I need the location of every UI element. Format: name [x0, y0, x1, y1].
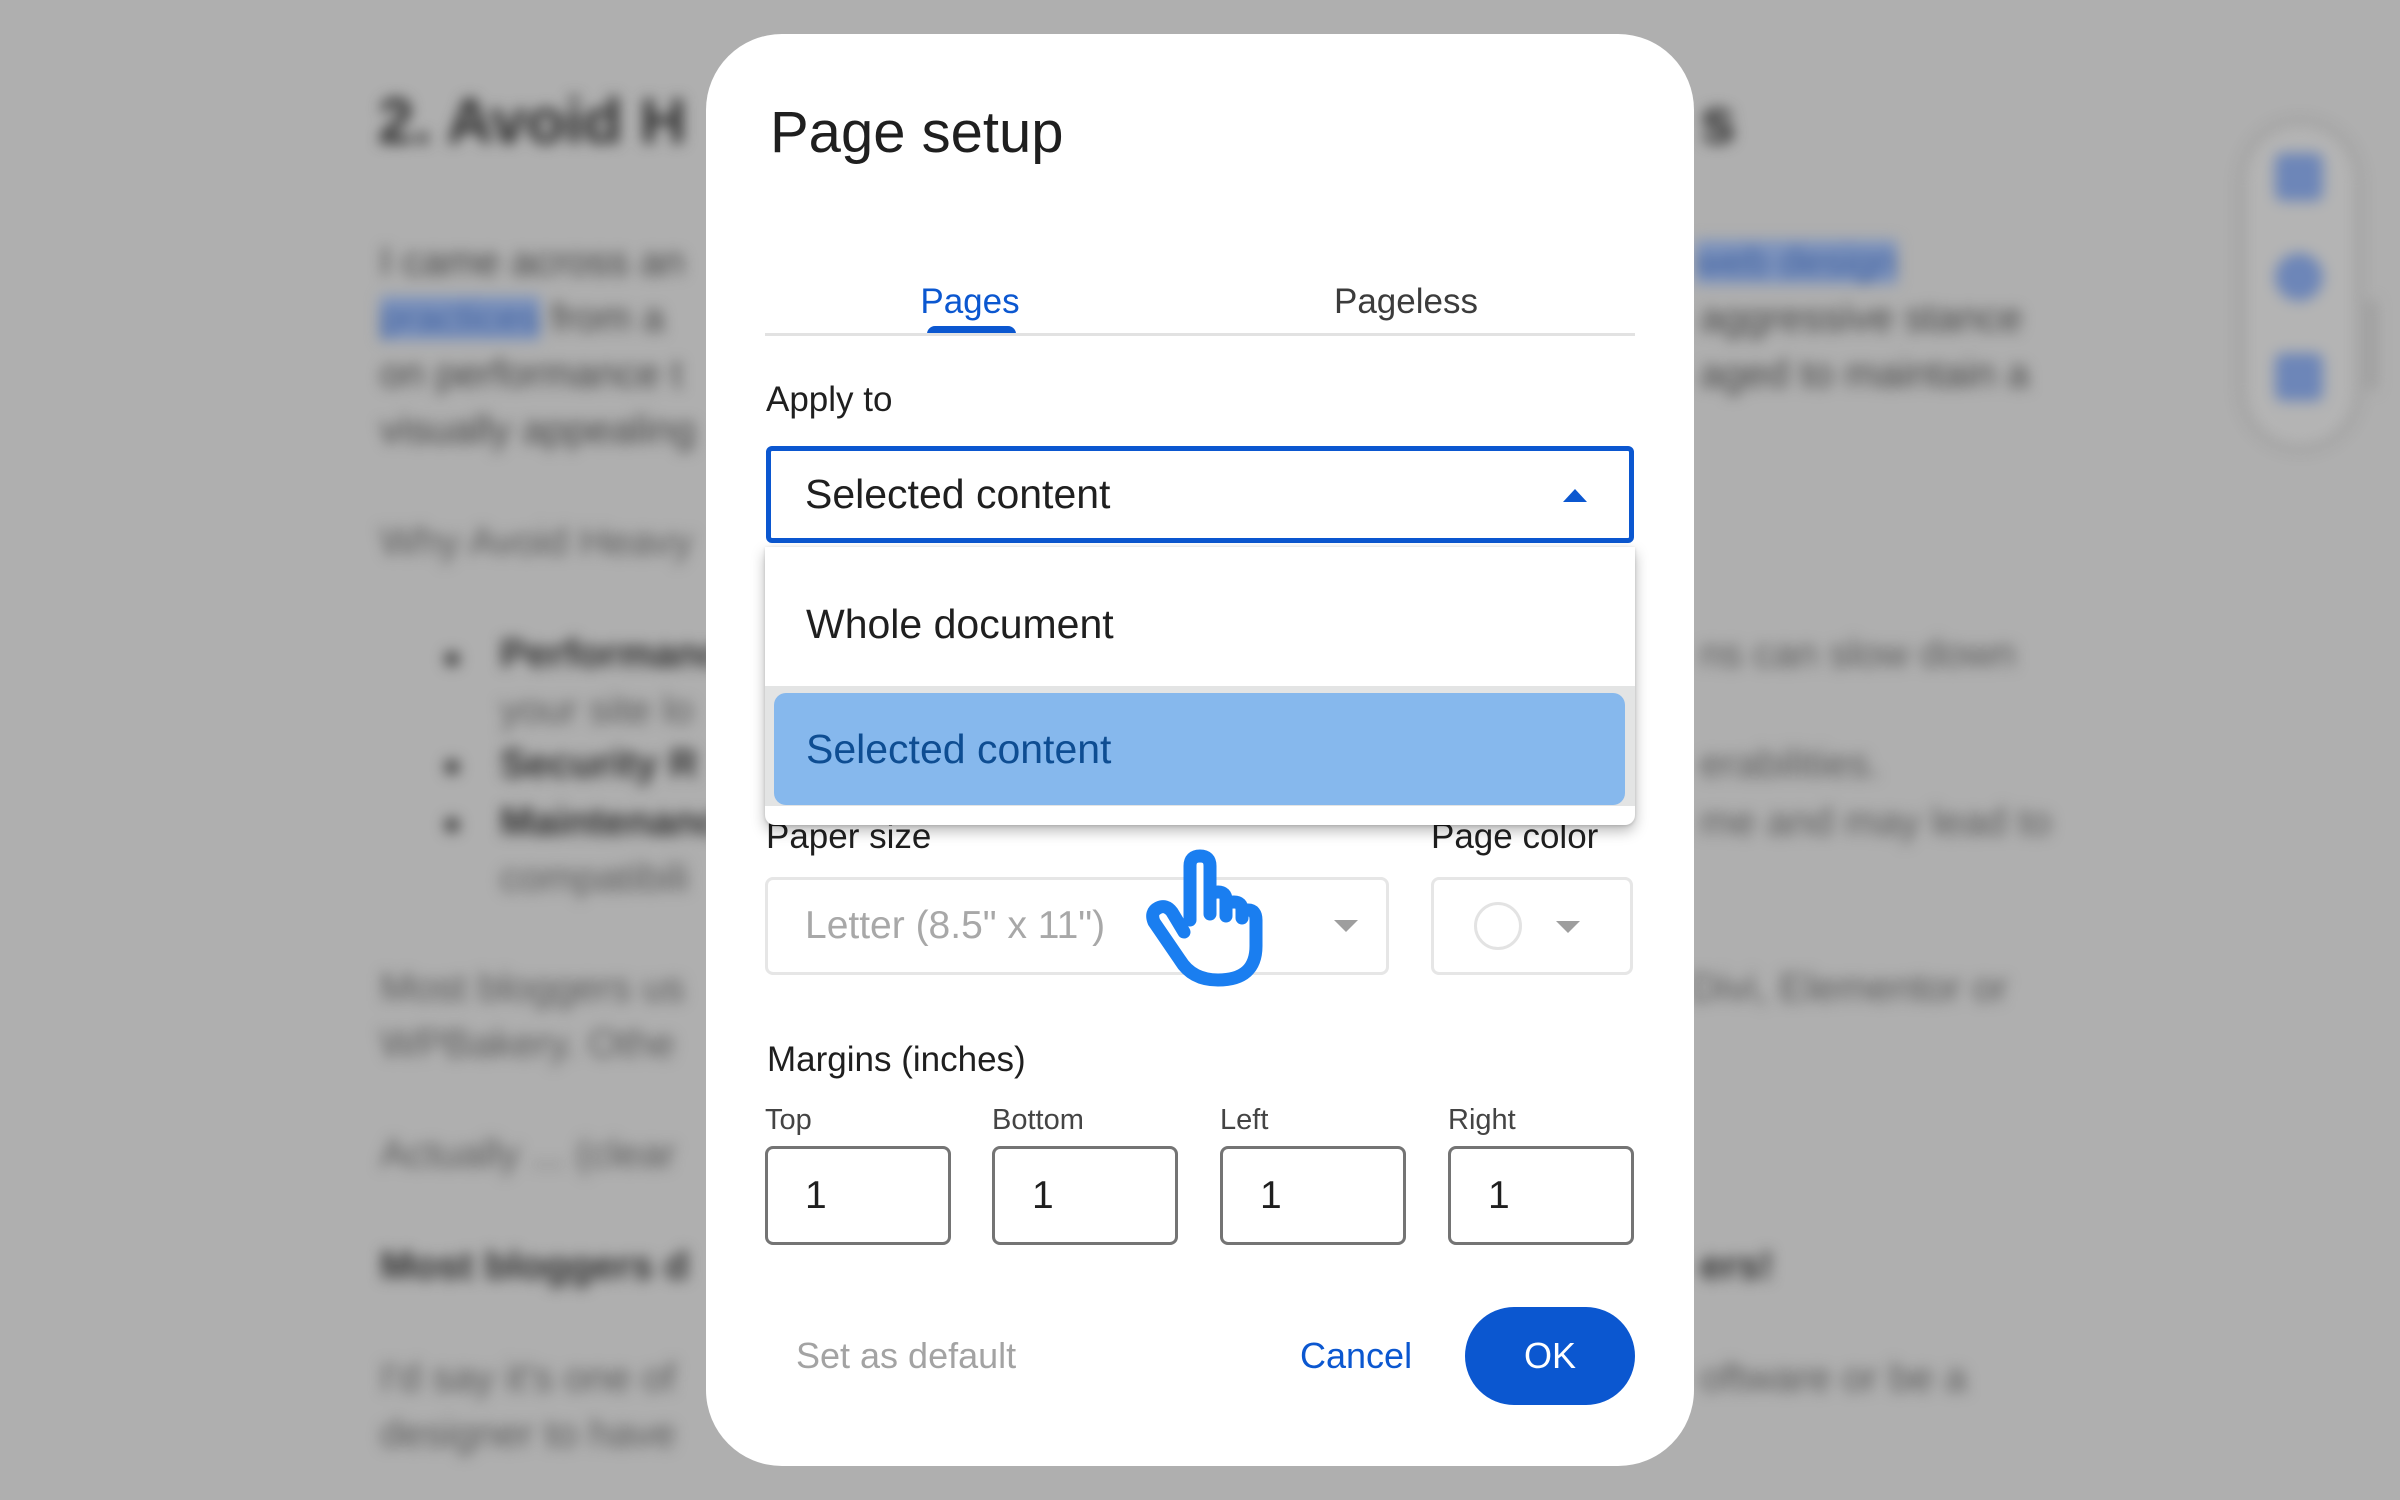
- bg-bullet: [445, 652, 459, 666]
- add-comment-icon: [2275, 153, 2323, 201]
- bg-scrollbar: [2368, 300, 2376, 390]
- bg-bullet: [445, 760, 459, 774]
- bg-text: aged to maintain a: [1700, 352, 2030, 396]
- bg-text: compatibili: [500, 856, 689, 900]
- ok-button[interactable]: OK: [1465, 1307, 1635, 1405]
- margin-top-label: Top: [765, 1104, 812, 1136]
- margin-top-input[interactable]: 1: [765, 1146, 951, 1245]
- bg-text: ers!: [1700, 1244, 1774, 1288]
- bg-text: I came across an: [380, 240, 685, 284]
- page-color-select[interactable]: [1431, 877, 1633, 975]
- bg-text: WPBakery. Othe: [380, 1022, 675, 1066]
- apply-to-label: Apply to: [766, 380, 893, 419]
- bg-text: erabilities.: [1700, 742, 1881, 786]
- suggest-edit-icon: [2275, 353, 2323, 401]
- bg-text: Maintenanc: [500, 800, 721, 844]
- dialog-title: Page setup: [770, 100, 1064, 165]
- caret-down-icon: [1334, 920, 1358, 932]
- bg-text: ns can slow down: [1700, 632, 2016, 676]
- bg-text: Actually ... (clear: [380, 1132, 676, 1176]
- bg-heading-tail: s: [1700, 85, 1736, 157]
- bg-link: web design: [1695, 240, 1898, 284]
- emoji-icon: [2275, 253, 2323, 301]
- bg-text: me and may lead to: [1700, 800, 2052, 844]
- margin-right-input[interactable]: 1: [1448, 1146, 1634, 1245]
- margin-bottom-label: Bottom: [992, 1104, 1084, 1136]
- option-label: Whole document: [806, 601, 1114, 647]
- paper-size-value: Letter (8.5" x 11"): [805, 904, 1106, 947]
- apply-to-select[interactable]: Selected content: [766, 446, 1634, 543]
- bg-text: oftware or be a: [1700, 1356, 1967, 1400]
- option-selected-content[interactable]: Selected content: [774, 693, 1625, 805]
- option-label: Selected content: [806, 726, 1112, 772]
- set-as-default-button[interactable]: Set as default: [796, 1334, 1016, 1378]
- bg-bullet: [445, 818, 459, 832]
- tab-divider: [765, 333, 1635, 336]
- bg-text: Most bloggers d: [380, 1244, 689, 1288]
- bg-heading: 2. Avoid H: [378, 85, 687, 157]
- paper-size-select[interactable]: Letter (8.5" x 11"): [765, 877, 1389, 975]
- pointing-hand-cursor-icon: [1146, 849, 1263, 987]
- margin-right-label: Right: [1448, 1104, 1516, 1136]
- tab-pageless[interactable]: Pageless: [1286, 272, 1526, 332]
- apply-to-value: Selected content: [805, 471, 1111, 517]
- cancel-button[interactable]: Cancel: [1300, 1334, 1412, 1378]
- bg-text: Most bloggers us: [380, 966, 685, 1010]
- bg-text: on performance t: [380, 352, 683, 396]
- tab-pages[interactable]: Pages: [870, 272, 1070, 332]
- bg-side-toolbar: [2245, 125, 2355, 445]
- margins-label: Margins (inches): [767, 1040, 1026, 1079]
- caret-down-icon: [1556, 921, 1580, 933]
- bg-text: Why Avoid Heavy: [380, 520, 693, 564]
- apply-to-menu: Whole document Selected content: [765, 547, 1635, 825]
- margin-bottom-input[interactable]: 1: [992, 1146, 1178, 1245]
- bg-text: I'd say it's one of: [380, 1356, 676, 1400]
- margin-left-input[interactable]: 1: [1220, 1146, 1406, 1245]
- bg-text: aggressive stance: [1700, 296, 2023, 340]
- bg-text: Security R: [500, 742, 698, 786]
- option-whole-document[interactable]: Whole document: [765, 547, 1635, 686]
- margin-left-label: Left: [1220, 1104, 1269, 1136]
- caret-up-icon: [1563, 489, 1587, 502]
- bg-text: Divi, Elementor or: [1690, 966, 2008, 1010]
- bg-text: designer to have: [380, 1412, 676, 1456]
- bg-text: your site lo: [500, 688, 694, 732]
- bg-link: practices: [380, 296, 541, 340]
- page-setup-dialog: Page setup Pages Pageless Apply to Selec…: [706, 34, 1694, 1466]
- bg-text: from a: [540, 296, 665, 340]
- bg-text: visually appealing: [380, 408, 696, 452]
- color-swatch-icon: [1474, 902, 1522, 950]
